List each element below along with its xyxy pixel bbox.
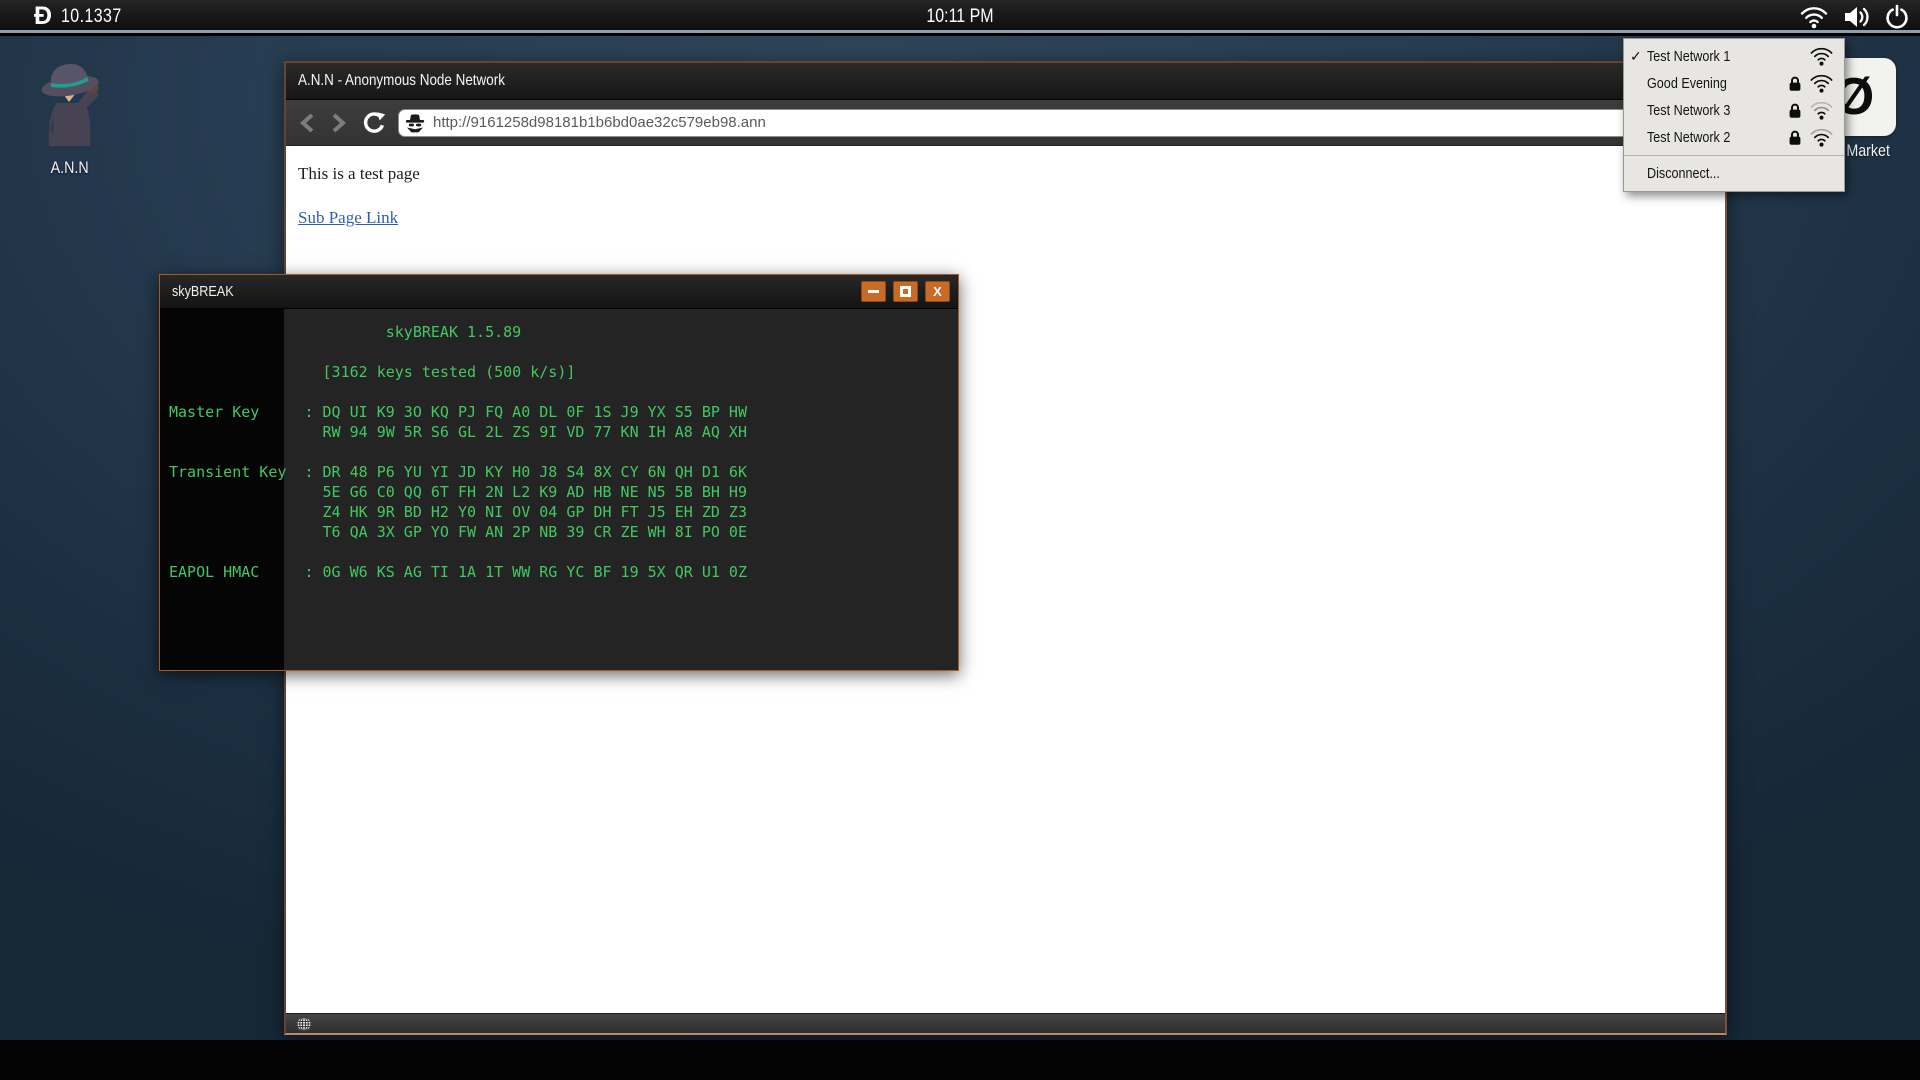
sub-page-link[interactable]: Sub Page Link	[298, 208, 398, 227]
desktop-icon-ann-label: A.N.N	[51, 158, 89, 178]
disconnect-label: Disconnect...	[1647, 165, 1812, 182]
check-icon: ✓	[1630, 48, 1647, 65]
wifi-status-icon[interactable]	[1798, 4, 1830, 30]
volume-icon[interactable]	[1842, 4, 1872, 30]
wifi-signal-icon	[1808, 73, 1835, 94]
lock-icon	[1786, 129, 1803, 146]
skybreak-window: skyBREAK X skyBREAK 1.5.89 [3162 keys te…	[159, 274, 959, 671]
skybreak-title: skyBREAK	[172, 283, 751, 300]
wifi-network-label: Good Evening	[1647, 75, 1727, 92]
desktop-icon-ann[interactable]: A.N.N	[20, 56, 120, 178]
forward-button[interactable]	[326, 111, 350, 135]
browser-title: A.N.N - Anonymous Node Network	[298, 72, 505, 90]
skybreak-terminal: skyBREAK 1.5.89 [3162 keys tested (500 k…	[160, 309, 958, 670]
wifi-signal-icon	[1808, 100, 1835, 121]
taskbar	[0, 1040, 1920, 1080]
maximize-icon	[900, 286, 911, 297]
clock: 10:11 PM	[920, 0, 1000, 33]
maximize-button[interactable]	[893, 281, 918, 302]
wifi-menu-disconnect[interactable]: Disconnect...	[1624, 160, 1844, 187]
wifi-network-label: Test Network 3	[1647, 102, 1730, 119]
skybreak-titlebar[interactable]: skyBREAK X	[160, 275, 958, 309]
desktop: A.N.N Ø y Market A.N.N - Anonymous Node …	[0, 36, 1920, 1040]
minimize-icon	[868, 290, 879, 293]
browser-statusbar	[286, 1013, 1725, 1033]
browser-titlebar[interactable]: A.N.N - Anonymous Node Network	[286, 63, 1725, 100]
close-button[interactable]: X	[925, 281, 950, 302]
lock-icon	[1786, 75, 1803, 92]
terminal-output: skyBREAK 1.5.89 [3162 keys tested (500 k…	[169, 322, 747, 582]
wifi-network-label: Test Network 1	[1647, 48, 1730, 65]
globe-icon	[296, 1016, 312, 1032]
lock-icon	[1786, 102, 1803, 119]
close-icon: X	[933, 285, 942, 298]
crypto-balance: Ð 10.1337	[34, 0, 133, 33]
browser-toolbar	[286, 100, 1725, 146]
top-system-bar: Ð 10.1337 10:11 PM	[0, 0, 1920, 33]
crypto-coin-icon: Ð	[34, 0, 52, 33]
wifi-network-label: Test Network 2	[1647, 129, 1730, 146]
wifi-network-item[interactable]: Good Evening	[1624, 70, 1844, 97]
wifi-network-item[interactable]: Test Network 2	[1624, 124, 1844, 151]
minimize-button[interactable]	[861, 281, 886, 302]
wifi-signal-icon	[1808, 46, 1835, 67]
crypto-balance-value: 10.1337	[61, 6, 122, 28]
back-button[interactable]	[296, 111, 320, 135]
address-bar[interactable]	[398, 109, 1713, 137]
wifi-network-item[interactable]: ✓ Test Network 1	[1624, 43, 1844, 70]
url-input[interactable]	[433, 114, 1704, 131]
wifi-signal-icon	[1808, 127, 1835, 148]
spy-favicon	[404, 112, 426, 134]
wifi-menu-separator	[1624, 155, 1844, 156]
spy-character-icon	[24, 56, 116, 148]
wifi-network-item[interactable]: Test Network 3	[1624, 97, 1844, 124]
power-icon[interactable]	[1884, 4, 1910, 30]
reload-button[interactable]	[362, 111, 386, 135]
wifi-menu: ✓ Test Network 1 Good Evening	[1623, 38, 1845, 192]
page-heading: This is a test page	[298, 164, 1713, 184]
